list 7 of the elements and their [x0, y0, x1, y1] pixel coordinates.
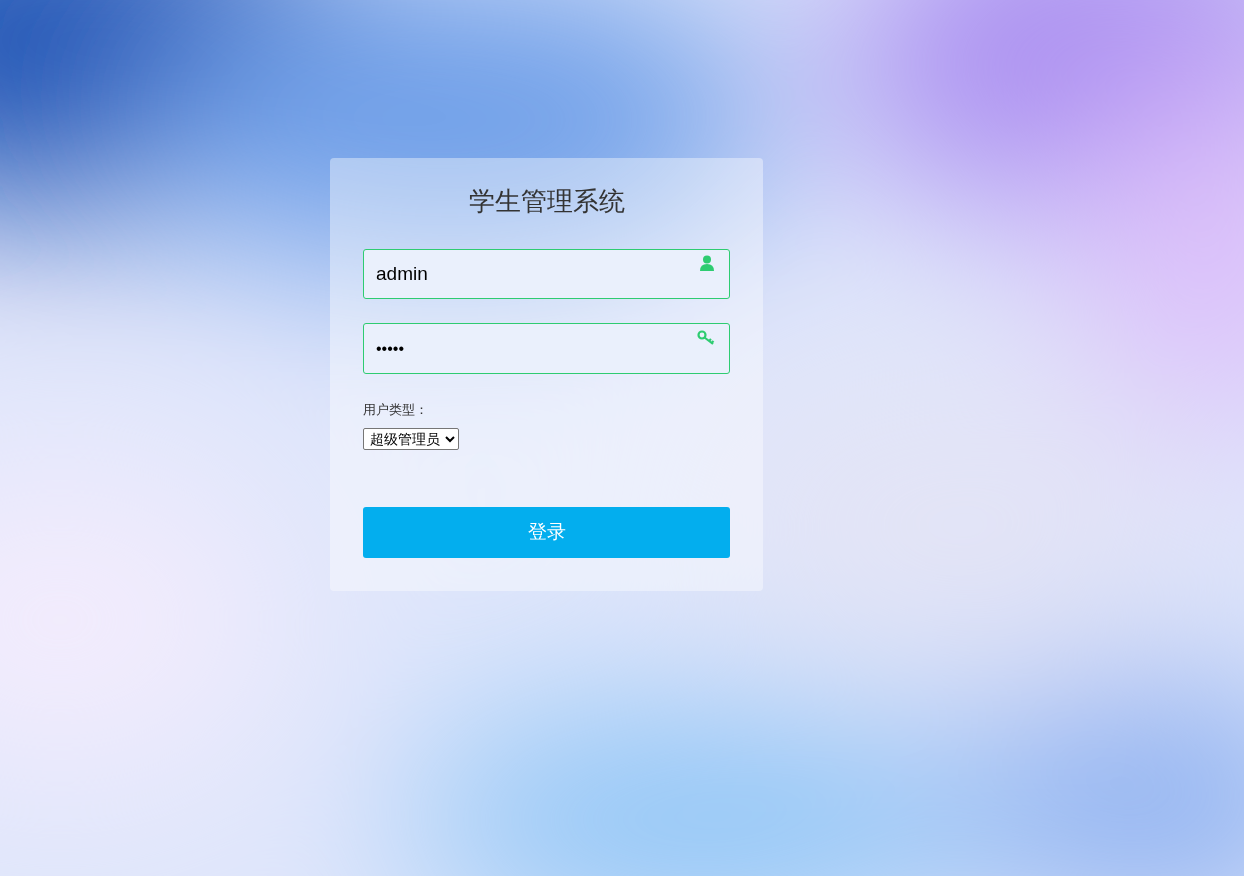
user-icon — [700, 255, 714, 271]
login-title: 学生管理系统 — [467, 185, 626, 218]
password-field[interactable]: ••••• — [363, 323, 730, 374]
user-type-select[interactable]: 超级管理员 — [363, 427, 459, 450]
user-type-label: 用户类型： — [363, 401, 428, 419]
username-field[interactable]: admin — [363, 249, 730, 299]
key-icon — [697, 330, 715, 346]
